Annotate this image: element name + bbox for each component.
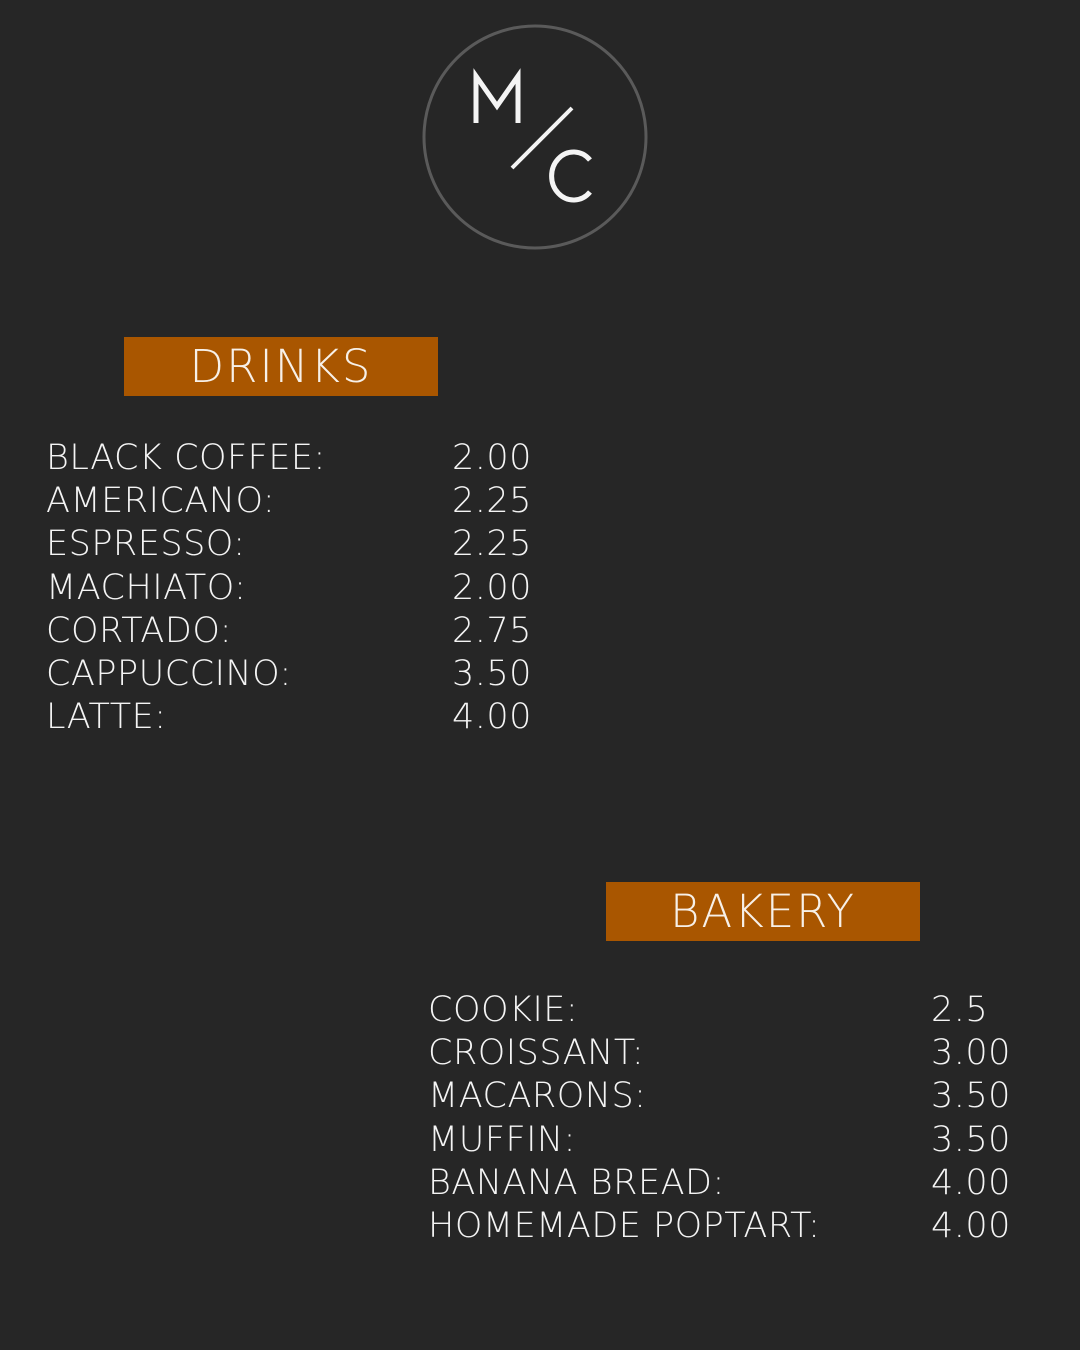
menu-item-name: LATTE: [46,697,167,738]
menu-item: HOMEMADE POPTART: 4.00 [428,1205,1048,1248]
menu-item-name: BANANA BREAD: [428,1162,725,1203]
logo-slash [510,106,574,170]
menu-item: BANANA BREAD: 4.00 [428,1162,1048,1205]
menu-item-price: 3.50 [452,653,532,694]
menu-item-price: 4.00 [452,697,532,738]
menu-item: ESPRESSO: 2.25 [46,523,566,566]
bakery-menu-list: COOKIE: 2.5 CROISSANT: 3.00 MACARONS: 3.… [428,989,1048,1248]
menu-item-price: 2.75 [452,610,532,651]
menu-item-name: ESPRESSO: [46,524,246,565]
menu-item-name: MACARONS: [428,1076,647,1117]
menu-item-name: CORTADO: [46,610,233,651]
mc-logo [422,24,648,250]
menu-item: LATTE: 4.00 [46,696,566,739]
menu-item: AMERICANO: 2.25 [46,480,566,523]
menu-item-price: 2.00 [452,438,532,478]
menu-item-name: CAPPUCCINO: [46,653,292,694]
menu-item-price: 2.25 [452,481,532,522]
menu-item-name: COOKIE: [428,990,579,1030]
menu-item-price: 4.00 [931,1205,1011,1246]
menu-item: CORTADO: 2.75 [46,610,566,653]
bakery-heading: BAKERY [606,882,920,941]
menu-item-price: 4.00 [931,1162,1011,1203]
logo-ring [422,24,648,250]
menu-item: CAPPUCCINO: 3.50 [46,653,566,696]
menu-item-price: 3.50 [931,1076,1011,1117]
menu-item-name: CROISSANT: [428,1033,645,1074]
drinks-heading: DRINKS [124,337,438,396]
menu-item: MACHIATO: 2.00 [46,567,566,610]
menu-item-price: 2.25 [452,524,532,565]
menu-item-name: MUFFIN: [428,1119,576,1160]
bakery-heading-label: BAKERY [669,885,857,938]
menu-item-name: MACHIATO: [46,567,247,608]
menu-item-name: AMERICANO: [46,481,276,522]
menu-item: MACARONS: 3.50 [428,1075,1048,1118]
menu-item: BLACK COFFEE: 2.00 [46,437,566,480]
drinks-heading-label: DRINKS [189,340,373,393]
menu-item-name: HOMEMADE POPTART: [428,1205,821,1246]
logo-letter-c [549,149,592,203]
menu-item: COOKIE: 2.5 [428,989,1048,1032]
menu-item-name: BLACK COFFEE: [46,438,326,478]
menu-item-price: 2.5 [931,990,989,1030]
menu-item-price: 3.50 [931,1119,1011,1160]
menu-item-price: 2.00 [452,567,532,608]
menu-item-price: 3.00 [931,1033,1011,1074]
menu-item: CROISSANT: 3.00 [428,1032,1048,1075]
drinks-menu-list: BLACK COFFEE: 2.00 AMERICANO: 2.25 ESPRE… [46,437,566,739]
menu-item: MUFFIN: 3.50 [428,1119,1048,1162]
logo-letter-m [473,68,521,123]
